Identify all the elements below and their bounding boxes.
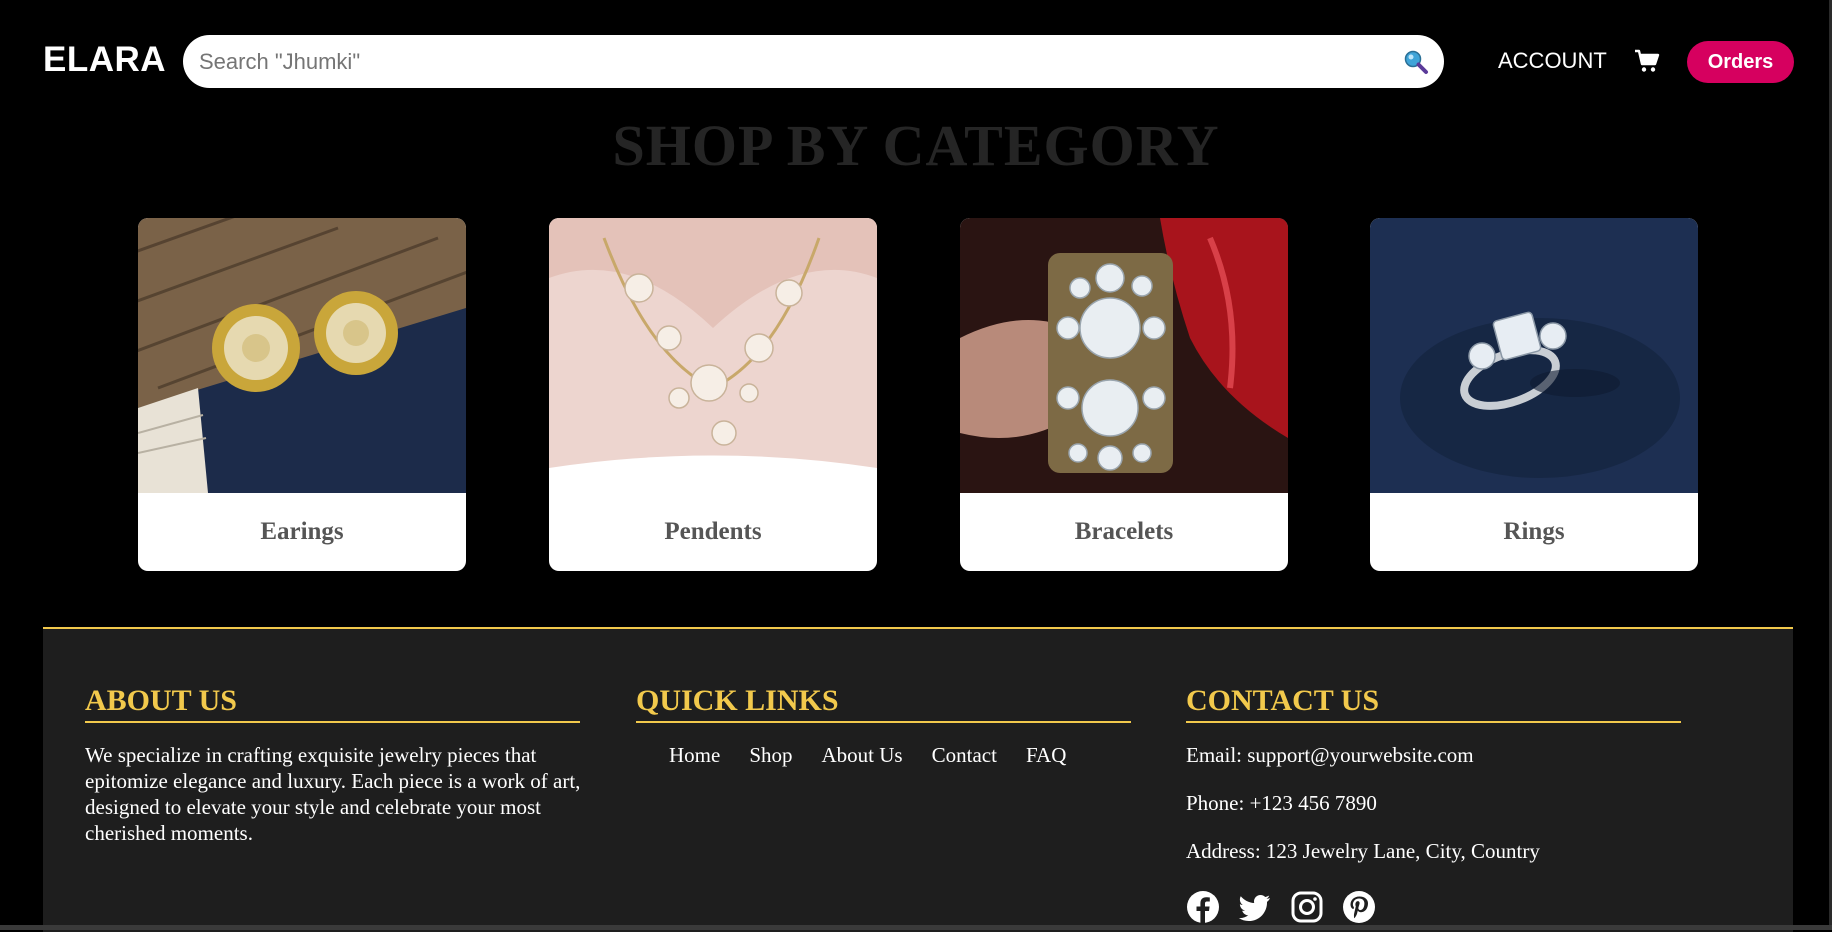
footer-link-about-us[interactable]: About Us <box>822 743 903 768</box>
window-edge <box>0 925 1832 930</box>
search-input[interactable] <box>199 35 1379 88</box>
pinterest-icon[interactable] <box>1342 890 1376 924</box>
instagram-icon[interactable] <box>1290 890 1324 924</box>
category-label: Bracelets <box>1074 518 1174 545</box>
shop-by-category-title: SHOP BY CATEGORY <box>612 113 1220 178</box>
site-logo[interactable]: ELARA <box>43 40 166 80</box>
category-card-pendents[interactable]: Pendents <box>549 218 877 571</box>
contact-phone[interactable]: Phone: +123 456 7890 <box>1186 791 1377 816</box>
account-link[interactable]: ACCOUNT <box>1498 48 1607 74</box>
orders-button[interactable]: Orders <box>1687 41 1794 83</box>
category-label: Rings <box>1503 518 1565 545</box>
site-header: ELARA ACCOUNT Orders <box>0 0 1832 120</box>
site-footer: ABOUT US We specialize in crafting exqui… <box>43 627 1793 932</box>
bracelets-image <box>960 218 1288 493</box>
category-label: Pendents <box>664 518 762 545</box>
category-label: Earings <box>260 518 344 545</box>
footer-link-contact[interactable]: Contact <box>932 743 997 768</box>
search-icon[interactable] <box>1403 49 1429 75</box>
pendents-image <box>549 218 877 493</box>
about-text: We specialize in crafting exquisite jewe… <box>85 743 581 845</box>
cart-icon[interactable] <box>1634 49 1660 73</box>
quick-links-heading: QUICK LINKS <box>636 683 1131 723</box>
footer-link-faq[interactable]: FAQ <box>1026 743 1066 768</box>
quick-links-list: Home Shop About Us Contact FAQ <box>669 743 1095 768</box>
category-card-bracelets[interactable]: Bracelets <box>960 218 1288 571</box>
about-heading: ABOUT US <box>85 683 580 723</box>
category-card-rings[interactable]: Rings <box>1370 218 1698 571</box>
search-bar[interactable] <box>183 35 1444 88</box>
footer-link-home[interactable]: Home <box>669 743 720 768</box>
contact-heading: CONTACT US <box>1186 683 1681 723</box>
contact-address: Address: 123 Jewelry Lane, City, Country <box>1186 839 1540 863</box>
footer-link-shop[interactable]: Shop <box>749 743 792 768</box>
rings-image <box>1370 218 1698 493</box>
facebook-icon[interactable] <box>1186 890 1220 924</box>
twitter-icon[interactable] <box>1238 890 1272 924</box>
earings-image <box>138 218 466 493</box>
category-card-earings[interactable]: Earings <box>138 218 466 571</box>
contact-email[interactable]: Email: support@yourwebsite.com <box>1186 743 1474 768</box>
